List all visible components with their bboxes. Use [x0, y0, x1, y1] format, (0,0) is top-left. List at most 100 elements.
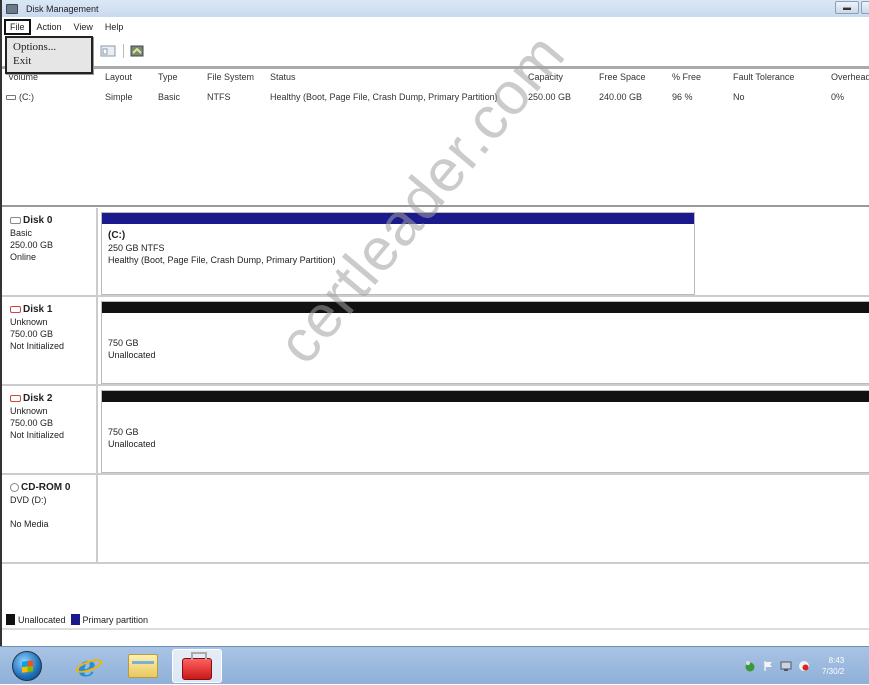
maximize-button[interactable] [861, 1, 869, 14]
disk-size: 750.00 GB [10, 329, 54, 339]
disk-name: CD-ROM 0 [21, 482, 71, 493]
toolbar [2, 38, 869, 64]
toolbox-icon [182, 652, 212, 680]
volume-cell: (C:) [6, 92, 34, 102]
partition-c[interactable]: (C:) 250 GB NTFS Healthy (Boot, Page Fil… [101, 212, 695, 295]
disk-type: DVD (D:) [10, 495, 47, 505]
window-title: Disk Management [26, 3, 99, 14]
clock[interactable]: 8:43 7/30/2 [822, 655, 844, 677]
disk-label[interactable]: Disk 0 Basic 250.00 GB Online [2, 208, 98, 295]
legend-swatch [70, 614, 80, 625]
legend-entry-unallocated: Unallocated [6, 614, 66, 625]
type-cell: Basic [158, 92, 181, 102]
volume-icon[interactable] [798, 660, 810, 672]
action-center-flag-icon[interactable] [762, 660, 774, 672]
file-system-cell: NTFS [207, 92, 231, 102]
rescan-disks-icon[interactable] [129, 44, 145, 58]
fault-tolerance-cell: No [733, 92, 745, 102]
system-tray: 8:43 7/30/2 [744, 647, 869, 685]
menu-action[interactable]: Action [31, 19, 68, 35]
disk-state: Online [10, 252, 37, 262]
disk-size: 250.00 GB [10, 240, 54, 250]
disk-management-icon [6, 3, 18, 14]
percent-free-cell: 96 % [672, 92, 693, 102]
partition-status: Unallocated [108, 350, 156, 360]
unallocated-space[interactable]: 750 GB Unallocated [101, 390, 869, 473]
legend-swatch [6, 614, 15, 625]
disk-label[interactable]: Disk 2 Unknown 750.00 GB Not Initialized [2, 386, 98, 473]
unallocated-space[interactable]: 750 GB Unallocated [101, 301, 869, 384]
clock-time: 8:43 [828, 656, 845, 665]
file-menu-dropdown: Options... Exit [5, 36, 93, 74]
start-button[interactable] [2, 649, 52, 683]
menu-item-options[interactable]: Options... [13, 40, 85, 54]
column-header-type[interactable]: Type [158, 72, 178, 84]
column-header-overhead[interactable]: Overhead [831, 72, 869, 84]
taskbar: e 8:43 7/30/2 [0, 646, 869, 684]
folder-icon [128, 654, 158, 678]
disk-state: No Media [10, 519, 49, 529]
console-tree-icon[interactable] [100, 44, 116, 58]
disk-error-icon [10, 395, 21, 403]
layout-cell: Simple [105, 92, 133, 102]
windows-logo-icon [12, 651, 42, 681]
disk-label[interactable]: Disk 1 Unknown 750.00 GB Not Initialized [2, 297, 98, 384]
legend: Unallocated Primary partition [6, 614, 153, 625]
network-icon[interactable] [780, 660, 792, 672]
legend-entry-primary: Primary partition [70, 614, 149, 625]
column-header-free-space[interactable]: Free Space [599, 72, 646, 84]
disk-type: Basic [10, 228, 33, 238]
partition-size: 750 GB [108, 338, 139, 348]
toolbar-separator [123, 44, 124, 58]
disk-name: Disk 1 [23, 304, 53, 315]
disk-label[interactable]: CD-ROM 0 DVD (D:) No Media [2, 475, 98, 562]
menu-help[interactable]: Help [99, 19, 130, 35]
menu-file[interactable]: File [4, 19, 31, 35]
partition-size: 250 GB NTFS [108, 243, 165, 253]
status-cell: Healthy (Boot, Page File, Crash Dump, Pr… [270, 92, 498, 102]
security-icon[interactable] [744, 660, 756, 672]
disk-type: Unknown [10, 317, 48, 327]
disk-error-icon [10, 306, 21, 314]
menu-view[interactable]: View [68, 19, 99, 35]
taskbar-windows-explorer[interactable] [118, 649, 168, 683]
column-header-layout[interactable]: Layout [105, 72, 132, 84]
disk-row-cd-rom-0: CD-ROM 0 DVD (D:) No Media [2, 475, 869, 564]
disk-size: 750.00 GB [10, 418, 54, 428]
column-header-percent-free[interactable]: % Free [672, 72, 701, 84]
unallocated-bar [102, 391, 869, 402]
menu-bar: File Action View Help [2, 18, 869, 36]
unallocated-bar [102, 302, 869, 313]
partition-size: 750 GB [108, 427, 139, 437]
menu-item-exit[interactable]: Exit [13, 54, 85, 68]
taskbar-internet-explorer[interactable]: e [64, 649, 114, 683]
disk-state: Not Initialized [10, 430, 65, 440]
disk-type: Unknown [10, 406, 48, 416]
disk-management-window: Disk Management ▬ File Action View Help … [0, 0, 869, 646]
title-bar: Disk Management ▬ [2, 0, 869, 17]
disk-row-disk-0: Disk 0 Basic 250.00 GB Online (C:) 250 G… [2, 208, 869, 297]
column-header-status[interactable]: Status [270, 72, 296, 84]
legend-label: Unallocated [18, 614, 66, 625]
internet-explorer-icon: e [74, 650, 104, 683]
taskbar-computer-management[interactable] [172, 649, 222, 683]
drive-icon [6, 95, 16, 101]
free-space-cell: 240.00 GB [599, 92, 643, 102]
primary-partition-bar [102, 213, 694, 224]
disk-row-disk-1: Disk 1 Unknown 750.00 GB Not Initialized… [2, 297, 869, 386]
minimize-button[interactable]: ▬ [835, 1, 859, 14]
clock-date: 7/30/2 [822, 667, 845, 676]
minimize-icon: ▬ [843, 3, 851, 12]
column-header-capacity[interactable]: Capacity [528, 72, 563, 84]
disk-name: Disk 2 [23, 393, 53, 404]
list-border [2, 66, 869, 69]
column-header-file-system[interactable]: File System [207, 72, 254, 84]
partition-status: Healthy (Boot, Page File, Crash Dump, Pr… [108, 255, 336, 265]
disk-state: Not Initialized [10, 341, 65, 351]
volume-name: (C:) [19, 92, 34, 102]
legend-label: Primary partition [82, 614, 149, 625]
column-header-fault-tolerance[interactable]: Fault Tolerance [733, 72, 794, 84]
pane-splitter[interactable] [2, 205, 869, 207]
status-bar [2, 628, 869, 630]
disk-name: Disk 0 [23, 215, 53, 226]
